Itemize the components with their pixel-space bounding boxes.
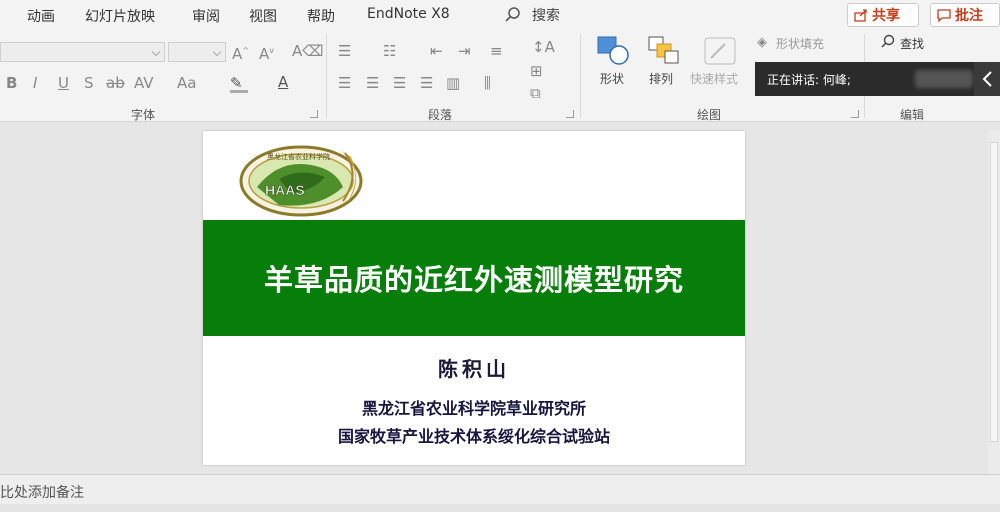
find-icon[interactable] (880, 34, 896, 50)
font-name-combo[interactable] (0, 42, 165, 62)
italic-icon[interactable]: I (33, 74, 37, 92)
highlight-color-bar (230, 90, 248, 93)
share-button[interactable]: 共享 (847, 3, 919, 27)
bullets-icon[interactable]: ☰ (338, 42, 351, 60)
clear-format-icon[interactable]: A⌫ (292, 42, 323, 60)
speaking-text: 正在讲话: 何峰; (767, 73, 851, 87)
strikethrough-icon[interactable]: ab (106, 74, 125, 92)
font-size-combo[interactable] (168, 42, 226, 62)
menu-help[interactable]: 帮助 (307, 6, 335, 26)
title-band[interactable]: 羊草品质的近红外速测模型研究 (203, 220, 745, 336)
search-icon (505, 7, 520, 22)
menu-animations[interactable]: 动画 (27, 6, 55, 26)
align-text-icon[interactable]: ⊞ (530, 62, 543, 80)
smartart-icon[interactable]: ⧉ (530, 84, 541, 102)
status-bar (0, 504, 1000, 512)
drawing-dialog-launcher[interactable] (851, 110, 859, 118)
haas-logo: HAAS 黑龙江省农业科学院 (239, 145, 363, 217)
align-right-icon[interactable]: ☰ (393, 74, 406, 92)
increase-indent-icon[interactable]: ⇥ (458, 42, 471, 60)
align-center-icon[interactable]: ☰ (366, 74, 379, 92)
paragraph-group-label: 段落 (428, 108, 453, 122)
notes-placeholder[interactable]: 比处添加备注 (0, 482, 84, 502)
shadow-icon[interactable]: S (84, 74, 94, 92)
share-icon (854, 9, 867, 22)
shrink-font-icon[interactable]: Av (259, 42, 274, 63)
share-label: 共享 (872, 8, 900, 24)
underline-icon[interactable]: U (58, 74, 69, 92)
slide-affiliation-2[interactable]: 国家牧草产业技术体系绥化综合试验站 (203, 423, 745, 447)
paragraph-dialog-launcher[interactable] (566, 110, 574, 118)
logo-ring-text: 黑龙江省农业科学院 (267, 152, 330, 161)
menu-view[interactable]: 视图 (249, 6, 277, 26)
line-spacing-icon[interactable]: ≡ (490, 42, 503, 60)
editing-group-label: 编辑 (900, 108, 925, 122)
menu-review[interactable]: 审阅 (192, 6, 220, 26)
menu-slideshow[interactable]: 幻灯片放映 (85, 6, 155, 26)
quick-styles-label[interactable]: 快速样式 (690, 70, 738, 87)
slide-canvas[interactable]: HAAS 黑龙江省农业科学院 羊草品质的近红外速测模型研究 陈积山 黑龙江省农业… (203, 131, 745, 465)
quick-styles-icon[interactable] (703, 36, 737, 66)
font-group-label: 字体 (131, 108, 156, 122)
grow-font-icon[interactable]: A^ (232, 42, 249, 63)
logo-text: HAAS (265, 182, 305, 198)
numbering-icon[interactable]: ☷ (383, 42, 396, 60)
drawing-group-label: 绘图 (697, 108, 722, 122)
distributed-icon[interactable]: ▥ (446, 74, 460, 92)
char-spacing-icon[interactable]: AV (134, 74, 154, 92)
text-direction-icon[interactable]: ↕A (532, 38, 555, 56)
comments-button[interactable]: 批注 (930, 3, 1000, 27)
menu-bar: 动画 幻灯片放映 审阅 视图 帮助 EndNote X8 搜索 共享 批注 (0, 0, 1000, 30)
notes-pane[interactable]: 比处添加备注 (0, 474, 1000, 504)
align-left-icon[interactable]: ☰ (338, 74, 351, 92)
arrange-icon[interactable] (648, 36, 680, 66)
speaking-notification: 正在讲话: 何峰; (755, 62, 1000, 96)
scrollbar-thumb[interactable] (990, 142, 998, 442)
bold-icon[interactable]: B (6, 74, 17, 92)
shapes-label[interactable]: 形状 (600, 70, 624, 87)
font-dialog-launcher[interactable] (310, 110, 318, 118)
slide-title[interactable]: 羊草品质的近红外速测模型研究 (264, 257, 684, 299)
vertical-scrollbar[interactable] (988, 130, 1000, 474)
slide-author[interactable]: 陈积山 (203, 353, 745, 382)
slide-affiliation-1[interactable]: 黑龙江省农业科学院草业研究所 (203, 395, 745, 419)
font-color-icon[interactable]: A (278, 73, 288, 91)
shapes-icon[interactable] (597, 36, 631, 66)
shape-fill-label[interactable]: 形状填充 (776, 35, 824, 52)
divider (580, 34, 581, 118)
collapse-arrow-icon[interactable] (974, 62, 1000, 96)
comments-label: 批注 (955, 8, 983, 24)
shape-fill-icon[interactable]: ◈ (757, 34, 767, 52)
menu-endnote[interactable]: EndNote X8 (367, 6, 450, 22)
find-label[interactable]: 查找 (900, 35, 924, 52)
columns-icon[interactable]: ⫼ (484, 74, 491, 92)
blurred-name (915, 70, 973, 88)
justify-icon[interactable]: ☰ (420, 74, 433, 92)
search-label: 搜索 (532, 8, 560, 24)
decrease-indent-icon[interactable]: ⇤ (430, 42, 443, 60)
divider (326, 34, 327, 118)
search-box[interactable]: 搜索 (504, 4, 560, 26)
change-case-icon[interactable]: Aa (177, 74, 196, 92)
arrange-label[interactable]: 排列 (649, 70, 673, 87)
comment-icon (937, 9, 951, 22)
